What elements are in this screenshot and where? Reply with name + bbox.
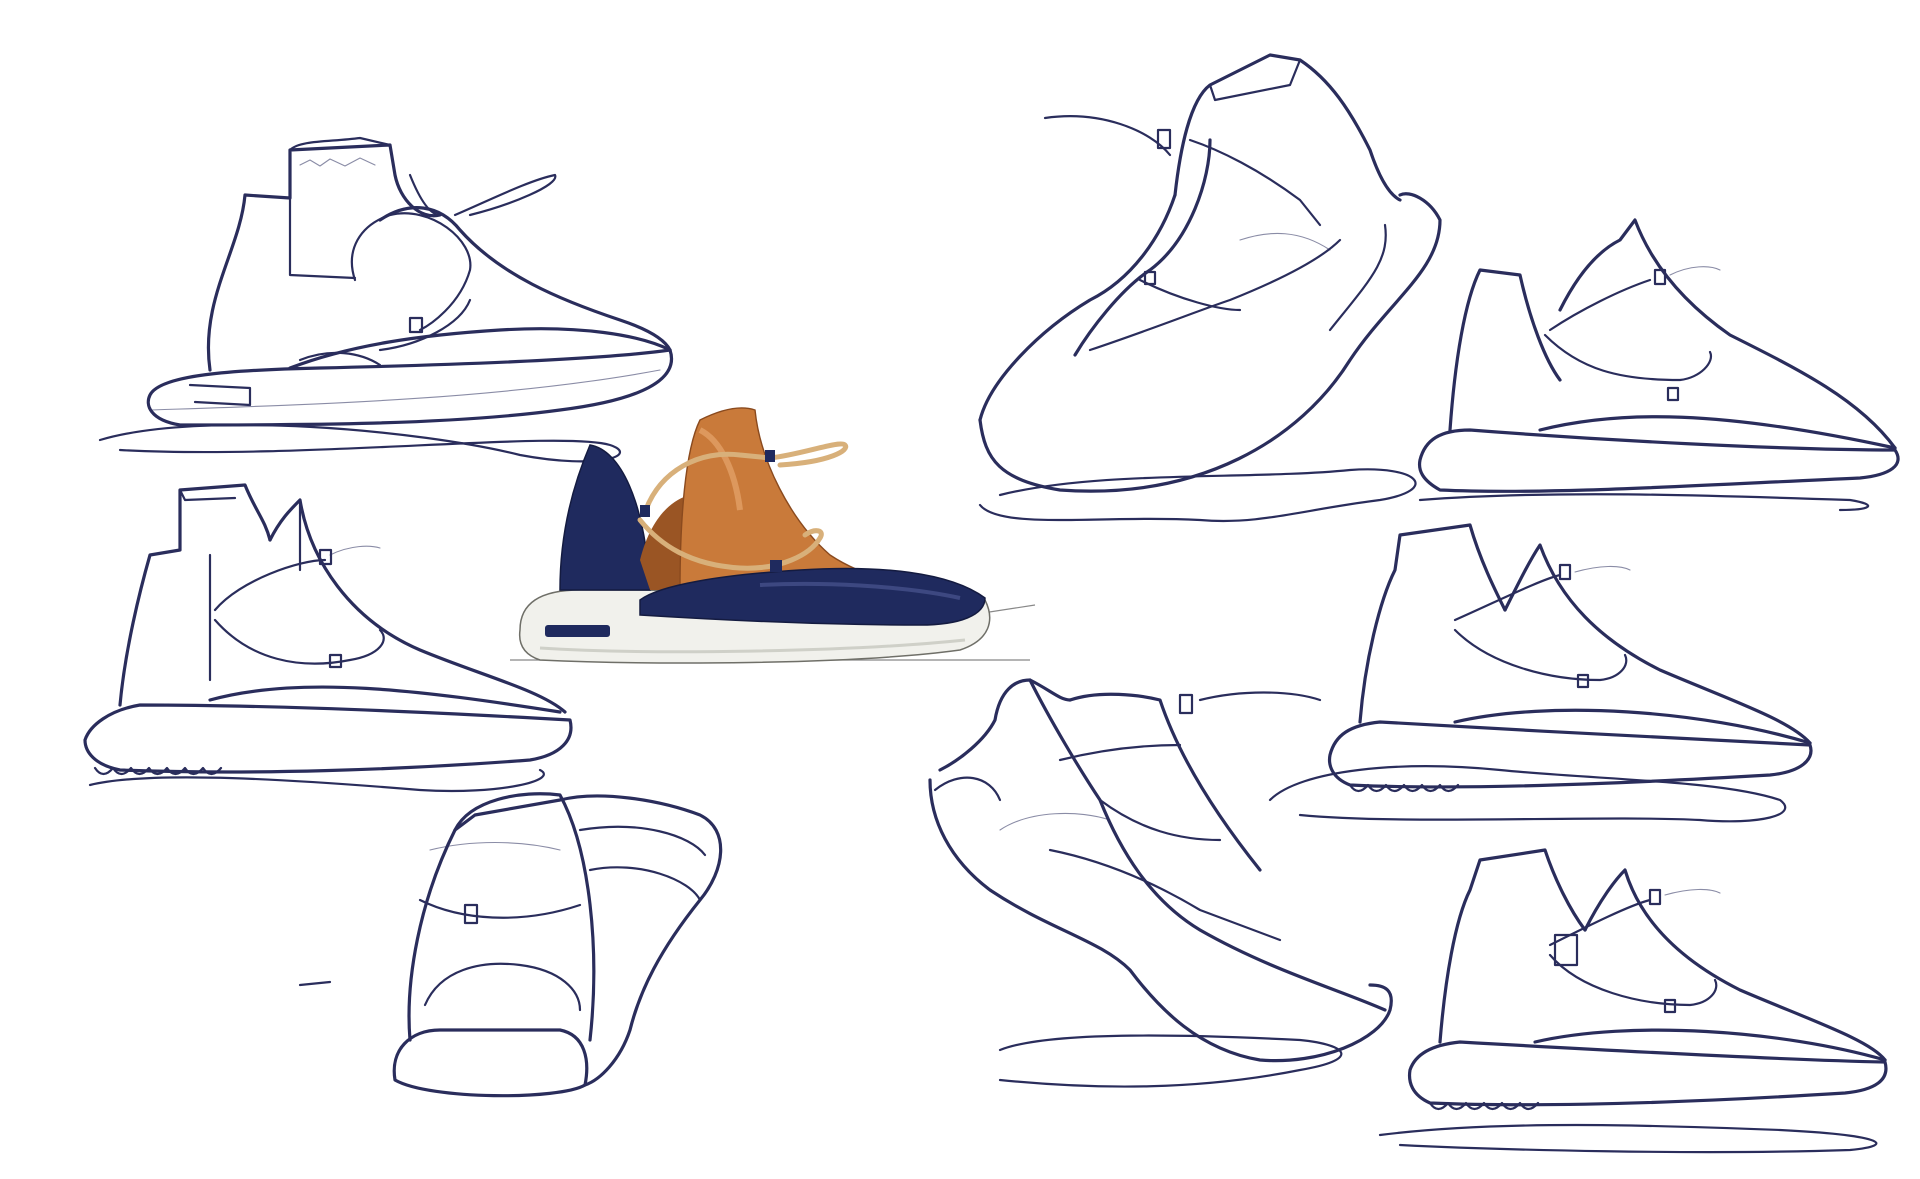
shoe-sketch-bottom-middle-perspective bbox=[928, 678, 1393, 1088]
shoe-render-colored bbox=[510, 407, 1036, 664]
shoe-sketch-top-right-perspective bbox=[978, 53, 1442, 523]
shoe-sketch-right-middle bbox=[1268, 523, 1813, 823]
shoe-sketch-right-bottom bbox=[1378, 848, 1888, 1154]
sketch-canvas bbox=[83, 53, 1900, 1154]
shoe-sketch-right-upper bbox=[1417, 218, 1900, 512]
shoe-sketch-top-left bbox=[98, 136, 674, 463]
shoe-sketch-middle-left bbox=[83, 483, 573, 793]
sketch-sheet bbox=[0, 0, 1920, 1179]
shoe-sketch-bottom-left-front bbox=[298, 792, 723, 1098]
